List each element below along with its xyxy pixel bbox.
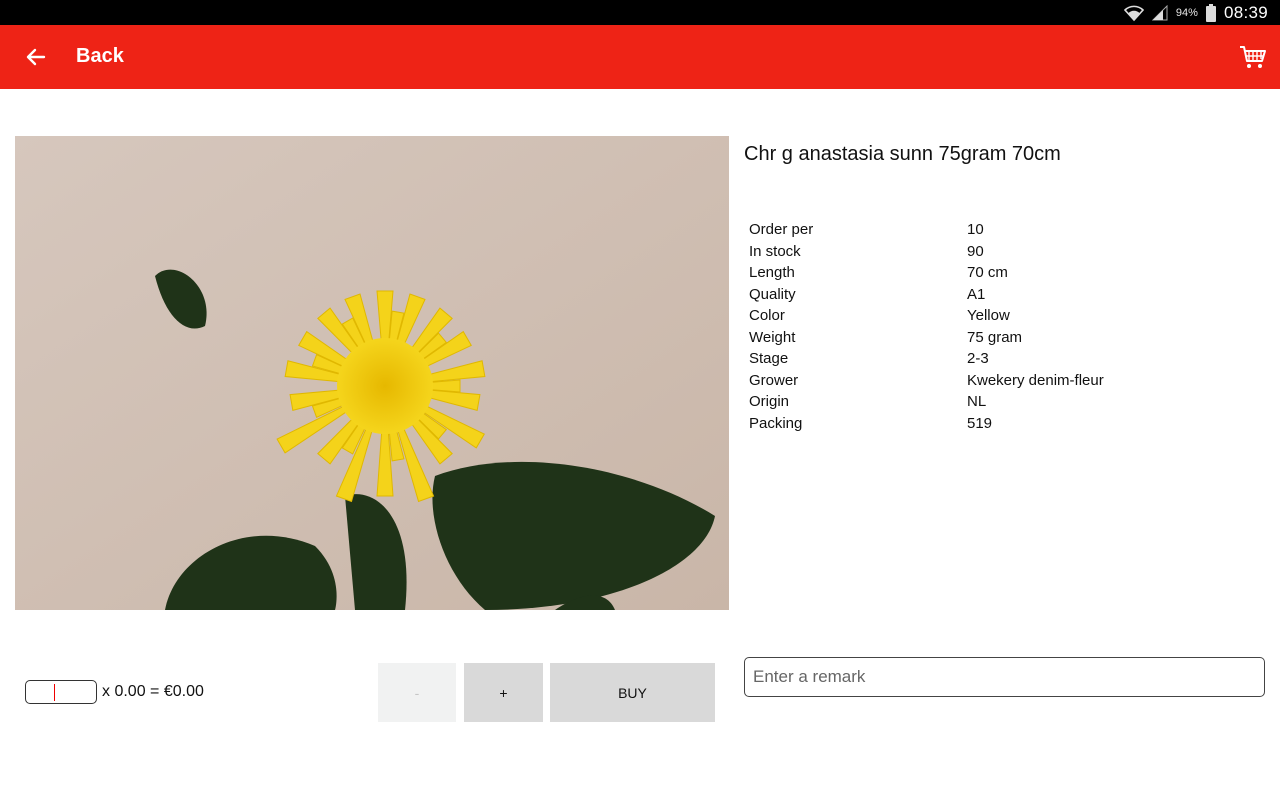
spec-label: Packing [749, 414, 803, 432]
signal-icon [1151, 4, 1168, 21]
product-photo [15, 136, 729, 610]
spec-row: Packing 519 [749, 413, 1104, 435]
decrease-quantity-button[interactable]: - [378, 663, 456, 722]
increase-quantity-button[interactable]: + [464, 663, 543, 722]
spec-value: Kwekery denim-fleur [967, 371, 1104, 389]
spec-value: NL [967, 393, 987, 410]
spec-label: Weight [749, 328, 796, 346]
app-bar: Back [0, 25, 1280, 89]
buy-button[interactable]: BUY [550, 663, 715, 722]
spec-row: Quality A1 [749, 284, 1104, 306]
text-caret [54, 684, 55, 701]
spec-value: 75 gram [967, 328, 1023, 346]
spec-row: Color Yellow [749, 305, 1104, 327]
shopping-cart-icon[interactable] [1238, 42, 1268, 72]
spec-label: In stock [749, 242, 801, 260]
quantity-input[interactable] [25, 680, 97, 704]
remark-input[interactable] [744, 657, 1265, 697]
spec-label: Origin [749, 393, 790, 410]
spec-label: Order per [749, 221, 814, 238]
product-specs-table: Order per 10 In stock 90 Length 70 cm Quali… [749, 219, 1104, 434]
product-title: Chr g anastasia sunn 75gram 70cm [744, 143, 1061, 165]
spec-row: Length 70 cm [749, 262, 1104, 284]
spec-label: Quality [749, 285, 796, 303]
spec-row: Stage 2-3 [749, 348, 1104, 370]
status-bar: 94% 08:39 [0, 0, 1280, 25]
spec-value: 90 [967, 242, 984, 260]
wifi-icon [1123, 4, 1144, 22]
spec-value: A1 [967, 285, 986, 303]
status-icons: 94% 08:39 [1123, 0, 1268, 25]
spec-row: Grower Kwekery denim-fleur [749, 370, 1104, 392]
clock: 08:39 [1223, 2, 1268, 22]
spec-row: In stock 90 [749, 241, 1104, 263]
spec-value: 519 [967, 414, 993, 432]
spec-row: Origin NL [749, 391, 1104, 413]
spec-value: Yellow [967, 307, 1010, 324]
battery-percent: 94% [1175, 6, 1198, 19]
battery-icon [1205, 3, 1216, 22]
spec-label: Length [749, 264, 795, 281]
spec-value: 70 cm [967, 264, 1008, 281]
spec-label: Color [749, 307, 785, 324]
spec-row: Order per 10 [749, 219, 1104, 241]
arrow-left-icon[interactable] [22, 43, 50, 71]
spec-value: 2-3 [967, 350, 989, 367]
spec-value: 10 [967, 221, 984, 238]
price-calculation: x 0.00 = €0.00 [102, 683, 204, 700]
spec-label: Stage [749, 350, 789, 367]
spec-row: Weight 75 gram [749, 327, 1104, 349]
spec-label: Grower [749, 371, 799, 389]
back-button[interactable]: Back [76, 45, 124, 68]
